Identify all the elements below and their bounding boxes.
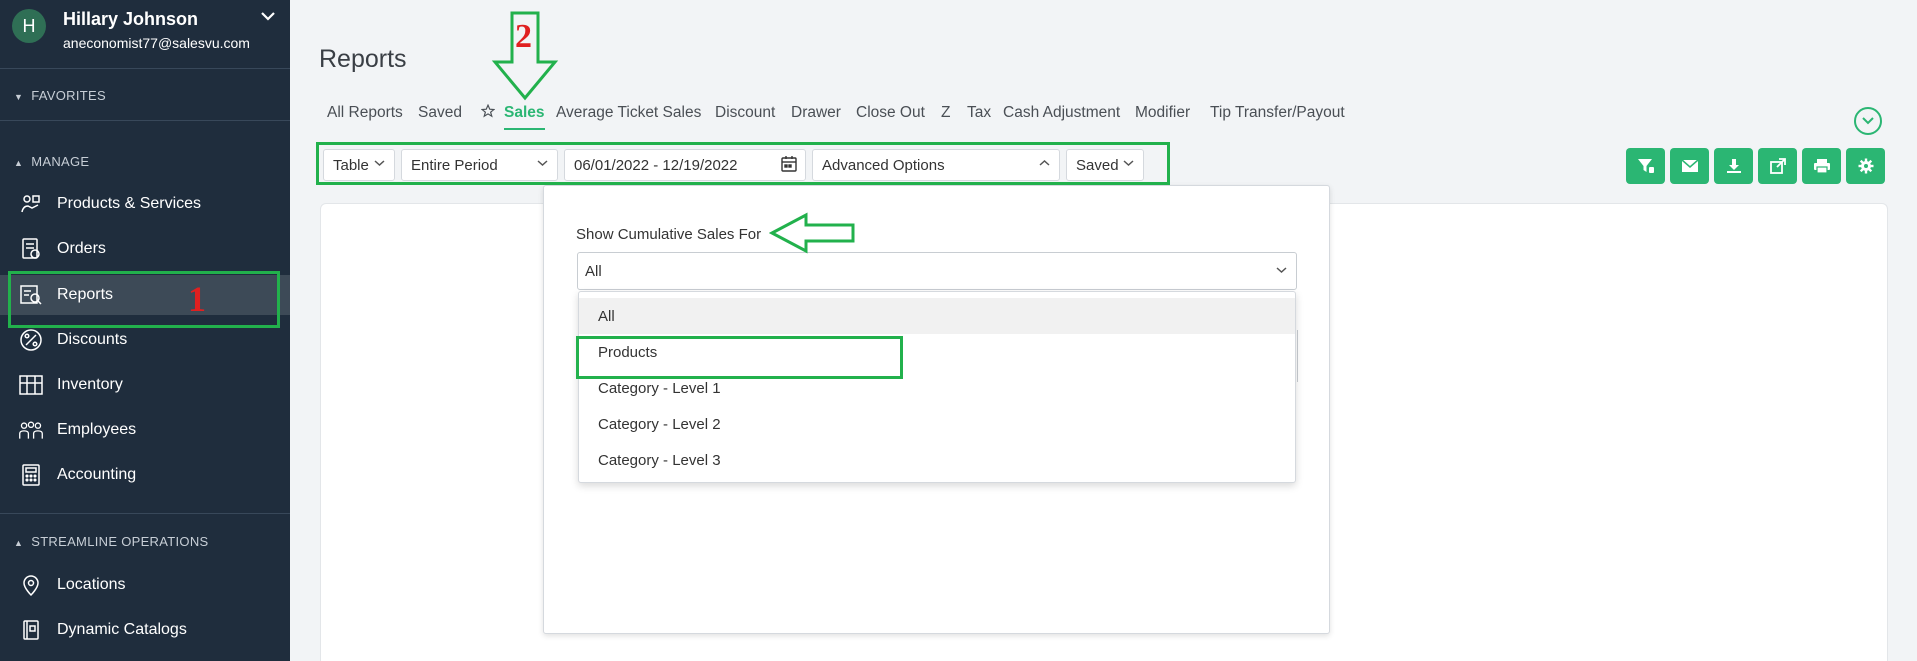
sidebar: H Hillary Johnson aneconomist77@salesvu.… <box>0 0 290 661</box>
download-button[interactable] <box>1714 148 1753 184</box>
sidebar-item-employees[interactable]: Employees <box>0 410 290 450</box>
sidebar-item-label: Accounting <box>57 466 137 483</box>
tab-modifier[interactable]: Modifier <box>1135 104 1190 122</box>
filter-icon <box>1637 159 1654 173</box>
arrow-left-icon <box>769 212 855 254</box>
expand-toggle-button[interactable] <box>1854 107 1882 135</box>
divider <box>0 513 290 514</box>
sidebar-item-accounting[interactable]: Accounting <box>0 455 290 495</box>
cumulative-options-list: All Products Category - Level 1 Category… <box>578 291 1296 483</box>
divider <box>0 68 290 69</box>
tab-tip-transfer-payout[interactable]: Tip Transfer/Payout <box>1210 104 1345 122</box>
highlight-controls <box>316 142 1170 185</box>
filter-button[interactable] <box>1626 148 1665 184</box>
user-menu[interactable]: H Hillary Johnson aneconomist77@salesvu.… <box>0 0 290 60</box>
sidebar-item-inventory[interactable]: Inventory <box>0 365 290 405</box>
cumulative-sales-label: Show Cumulative Sales For <box>576 226 762 243</box>
location-pin-icon <box>18 572 44 598</box>
tab-sales[interactable]: Sales <box>504 104 545 130</box>
cumulative-sales-select[interactable]: All <box>577 252 1297 290</box>
print-icon <box>1813 159 1830 174</box>
tab-tax[interactable]: Tax <box>967 104 991 122</box>
products-icon <box>18 191 44 217</box>
chevron-down-icon[interactable] <box>260 6 276 27</box>
email-icon <box>1681 159 1698 172</box>
chevron-down-icon <box>1862 117 1874 125</box>
option-all[interactable]: All <box>579 298 1295 334</box>
sidebar-item-label: Dynamic Catalogs <box>57 621 187 638</box>
settings-button[interactable] <box>1846 148 1885 184</box>
sidebar-item-orders[interactable]: Orders <box>0 229 290 269</box>
sidebar-item-label: Employees <box>57 421 137 438</box>
caret-up-icon: ▲ <box>14 538 24 548</box>
step-number-1: 1 <box>188 279 206 319</box>
page-title: Reports <box>319 45 407 73</box>
calculator-icon <box>18 462 44 488</box>
sidebar-item-label: Discounts <box>57 331 128 348</box>
employees-icon <box>18 417 44 443</box>
avatar: H <box>12 9 46 43</box>
tab-z[interactable]: Z <box>941 104 950 122</box>
email-button[interactable] <box>1670 148 1709 184</box>
sidebar-item-dynamic-catalogs[interactable]: Dynamic Catalogs <box>0 610 290 650</box>
inventory-icon <box>18 372 44 398</box>
section-manage[interactable]: ▲ MANAGE <box>14 154 89 169</box>
sidebar-item-label: Products & Services <box>57 195 202 212</box>
option-category-level-2[interactable]: Category - Level 2 <box>579 406 1295 442</box>
caret-up-icon: ▲ <box>14 158 24 168</box>
share-button[interactable] <box>1758 148 1797 184</box>
tab-close-out[interactable]: Close Out <box>856 104 925 122</box>
chevron-down-icon <box>1276 263 1287 277</box>
sidebar-item-products[interactable]: Products & Services <box>0 184 290 224</box>
star-icon[interactable] <box>480 103 496 123</box>
discount-icon <box>18 327 44 353</box>
catalog-icon <box>18 617 44 643</box>
caret-down-icon: ▼ <box>14 92 24 102</box>
share-icon <box>1769 158 1786 174</box>
highlight-reports <box>8 271 280 328</box>
section-favorites[interactable]: ▼ FAVORITES <box>14 88 106 103</box>
option-category-level-3[interactable]: Category - Level 3 <box>579 442 1295 478</box>
section-streamline[interactable]: ▲ STREAMLINE OPERATIONS <box>14 534 208 549</box>
tab-average-ticket-sales[interactable]: Average Ticket Sales <box>556 104 701 122</box>
sidebar-item-label: Orders <box>57 240 106 257</box>
tab-discount[interactable]: Discount <box>715 104 775 122</box>
tab-saved[interactable]: Saved <box>418 104 462 122</box>
user-email: aneconomist77@salesvu.com <box>63 35 250 51</box>
tab-cash-adjustment[interactable]: Cash Adjustment <box>1003 104 1120 122</box>
tab-drawer[interactable]: Drawer <box>791 104 841 122</box>
sidebar-item-locations[interactable]: Locations <box>0 565 290 605</box>
sidebar-item-label: Locations <box>57 576 126 593</box>
orders-icon <box>18 236 44 262</box>
download-icon <box>1726 159 1741 173</box>
sidebar-item-label: Inventory <box>57 376 123 393</box>
highlight-products-option <box>576 336 903 379</box>
arrow-down-icon <box>491 11 559 101</box>
gear-icon <box>1858 158 1873 174</box>
print-button[interactable] <box>1802 148 1841 184</box>
user-name: Hillary Johnson <box>63 9 199 29</box>
tab-all-reports[interactable]: All Reports <box>327 104 403 122</box>
divider <box>0 120 290 121</box>
